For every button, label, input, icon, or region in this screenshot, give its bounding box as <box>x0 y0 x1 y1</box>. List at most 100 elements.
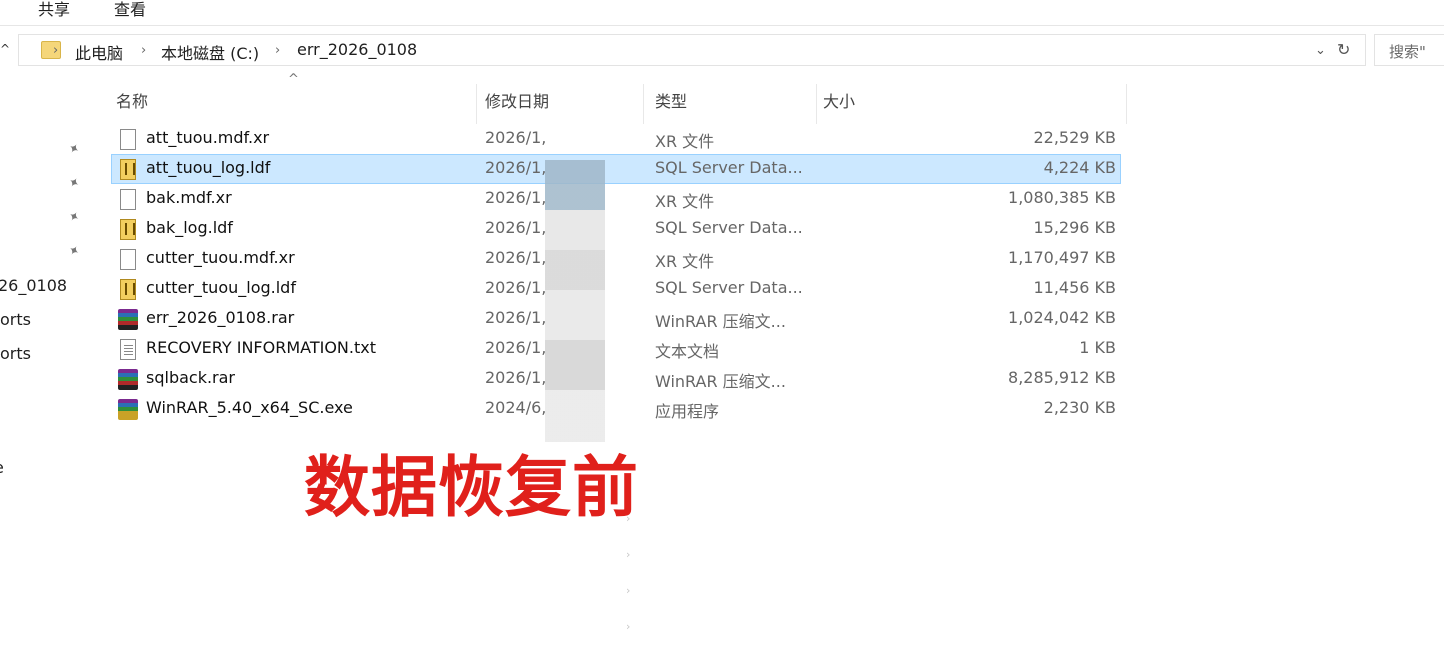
navigation-pane: ✦ ✦ ✦ ✦ 26_0108 orts orts e <box>0 68 100 662</box>
file-date: 2026/1, <box>485 158 547 177</box>
blank-file-icon <box>120 129 136 150</box>
breadcrumb-current-folder[interactable]: err_2026_0108 <box>297 40 417 59</box>
file-size: 1,080,385 KB <box>1008 188 1116 207</box>
file-row[interactable]: att_tuou.mdf.xr 2026/1, XR 文件 22,529 KB <box>111 124 1121 154</box>
file-type: WinRAR 压缩文... <box>655 312 786 331</box>
redaction-blur <box>545 160 605 442</box>
text-file-icon <box>120 339 136 360</box>
column-divider[interactable] <box>643 84 644 124</box>
file-row[interactable]: cutter_tuou_log.ldf 2026/1, SQL Server D… <box>111 274 1121 304</box>
column-divider[interactable] <box>816 84 817 124</box>
file-name: att_tuou.mdf.xr <box>146 128 270 147</box>
breadcrumb-separator-icon: › <box>141 43 147 58</box>
file-size: 4,224 KB <box>1043 158 1116 177</box>
file-name: WinRAR_5.40_x64_SC.exe <box>146 398 353 417</box>
nav-item-folder[interactable]: orts <box>0 310 31 329</box>
file-size: 15,296 KB <box>1033 218 1116 237</box>
file-size: 11,456 KB <box>1033 278 1116 297</box>
file-type: 应用程序 <box>655 402 720 421</box>
column-header-type[interactable]: 类型 <box>655 88 687 112</box>
file-size: 1,170,497 KB <box>1008 248 1116 267</box>
file-row[interactable]: cutter_tuou.mdf.xr 2026/1, XR 文件 1,170,4… <box>111 244 1121 274</box>
column-header-name[interactable]: 名称 <box>116 88 148 112</box>
file-type: XR 文件 <box>655 132 715 151</box>
file-date: 2024/6, <box>485 398 547 417</box>
up-arrow-icon[interactable]: ^ <box>0 42 10 56</box>
chevron-right-icon: › <box>626 548 631 561</box>
blank-file-icon <box>120 249 136 270</box>
file-size: 22,529 KB <box>1033 128 1116 147</box>
address-bar[interactable]: › 此电脑 › 本地磁盘 (C:) › err_2026_0108 ⌄ ↻ <box>18 34 1366 66</box>
breadcrumb-local-disk[interactable]: 本地磁盘 (C:) <box>161 40 259 64</box>
column-header-date[interactable]: 修改日期 <box>485 88 549 112</box>
file-name: bak_log.ldf <box>146 218 233 237</box>
file-name: RECOVERY INFORMATION.txt <box>146 338 376 357</box>
file-type: SQL Server Data... <box>655 278 803 297</box>
file-type: XR 文件 <box>655 192 715 211</box>
sql-ldf-icon <box>120 219 136 240</box>
file-date: 2026/1, <box>485 248 547 267</box>
pin-icon[interactable]: ✦ <box>65 174 82 192</box>
column-divider[interactable] <box>476 84 477 124</box>
file-date: 2026/1, <box>485 128 547 147</box>
breadcrumb-this-pc[interactable]: 此电脑 <box>75 40 123 64</box>
file-type: XR 文件 <box>655 252 715 271</box>
file-name: cutter_tuou_log.ldf <box>146 278 296 297</box>
file-size: 1 KB <box>1079 338 1116 357</box>
file-name: err_2026_0108.rar <box>146 308 295 327</box>
refresh-icon[interactable]: ↻ <box>1337 40 1350 59</box>
winrar-archive-icon <box>118 309 138 330</box>
breadcrumb-separator-icon: › <box>275 43 281 58</box>
sql-ldf-icon <box>120 279 136 300</box>
file-date: 2026/1, <box>485 188 547 207</box>
file-type: 文本文档 <box>655 342 720 361</box>
search-input[interactable]: 搜索" <box>1374 34 1444 66</box>
file-size: 2,230 KB <box>1043 398 1116 417</box>
nav-item-folder[interactable]: e <box>0 458 4 477</box>
file-name: sqlback.rar <box>146 368 236 387</box>
file-type: SQL Server Data... <box>655 218 803 237</box>
nav-item-folder[interactable]: orts <box>0 344 31 363</box>
pin-icon[interactable]: ✦ <box>65 242 82 260</box>
pin-icon[interactable]: ✦ <box>65 208 82 226</box>
sql-ldf-icon <box>120 159 136 180</box>
file-row[interactable]: WinRAR_5.40_x64_SC.exe 2024/6, 应用程序 2,23… <box>111 394 1121 424</box>
address-dropdown-icon[interactable]: ⌄ <box>1315 43 1326 58</box>
ribbon-tab-share[interactable]: 共享 <box>38 0 70 20</box>
file-size: 8,285,912 KB <box>1008 368 1116 387</box>
file-size: 1,024,042 KB <box>1008 308 1116 327</box>
file-name: bak.mdf.xr <box>146 188 232 207</box>
column-divider[interactable] <box>1126 84 1127 124</box>
file-date: 2026/1, <box>485 278 547 297</box>
file-name: cutter_tuou.mdf.xr <box>146 248 295 267</box>
file-type: WinRAR 压缩文... <box>655 372 786 391</box>
breadcrumb-separator-icon: › <box>53 43 59 58</box>
nav-item-folder[interactable]: 26_0108 <box>0 276 67 295</box>
column-header-size[interactable]: 大小 <box>823 88 855 112</box>
blank-file-icon <box>120 189 136 210</box>
file-type: SQL Server Data... <box>655 158 803 177</box>
file-row[interactable]: RECOVERY INFORMATION.txt 2026/1, 文本文档 1 … <box>111 334 1121 364</box>
chevron-right-icon: › <box>626 620 631 633</box>
file-date: 2026/1, <box>485 308 547 327</box>
winrar-archive-icon <box>118 369 138 390</box>
file-row-selected[interactable]: att_tuou_log.ldf 2026/1, SQL Server Data… <box>111 154 1121 184</box>
file-date: 2026/1, <box>485 338 547 357</box>
chevron-right-icon: › <box>626 584 631 597</box>
ribbon-tab-view[interactable]: 查看 <box>114 0 146 20</box>
winrar-installer-icon <box>118 399 138 420</box>
file-name: att_tuou_log.ldf <box>146 158 271 177</box>
address-bar-row: ^ › 此电脑 › 本地磁盘 (C:) › err_2026_0108 ⌄ ↻ … <box>0 34 1444 68</box>
file-row[interactable]: bak_log.ldf 2026/1, SQL Server Data... 1… <box>111 214 1121 244</box>
search-placeholder: 搜索" <box>1389 43 1426 61</box>
file-row[interactable]: err_2026_0108.rar 2026/1, WinRAR 压缩文... … <box>111 304 1121 334</box>
file-row[interactable]: sqlback.rar 2026/1, WinRAR 压缩文... 8,285,… <box>111 364 1121 394</box>
overlay-caption: 数据恢复前 <box>304 448 639 526</box>
file-date: 2026/1, <box>485 218 547 237</box>
column-header: ^ 名称 修改日期 类型 大小 <box>0 72 1140 124</box>
ribbon: 共享 查看 <box>0 0 1444 26</box>
file-row[interactable]: bak.mdf.xr 2026/1, XR 文件 1,080,385 KB <box>111 184 1121 214</box>
sort-ascending-icon: ^ <box>288 72 299 87</box>
file-date: 2026/1, <box>485 368 547 387</box>
pin-icon[interactable]: ✦ <box>65 140 82 158</box>
